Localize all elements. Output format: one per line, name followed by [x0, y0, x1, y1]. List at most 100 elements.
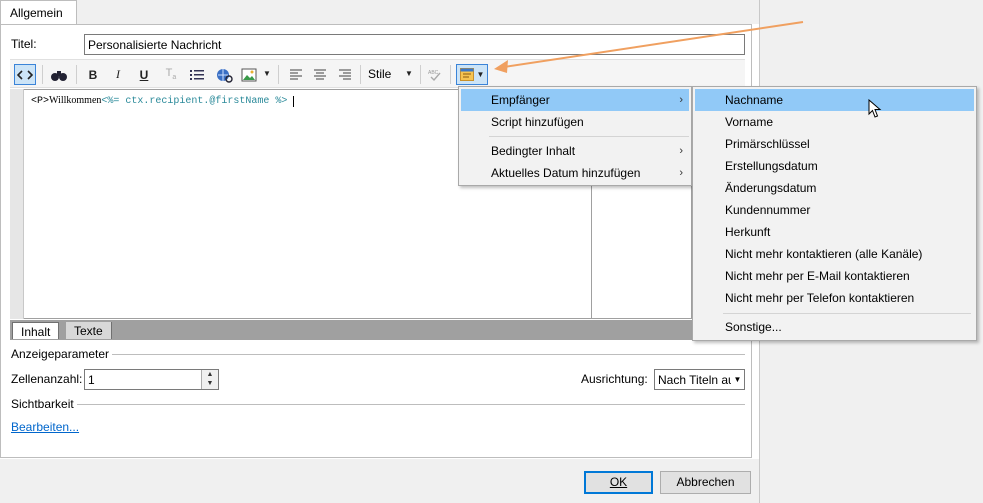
personalization-button[interactable]: ▼ — [456, 64, 488, 85]
tab-texts[interactable]: Texte — [66, 322, 112, 339]
spellcheck-icon: ABC — [428, 70, 441, 81]
insert-menu: Empfänger › Script hinzufügen Bedingter I… — [458, 86, 692, 186]
align-center-icon — [314, 68, 326, 80]
submenu-item-label: Kundennummer — [725, 203, 811, 217]
menu-item-add-script-label: Script hinzufügen — [491, 115, 584, 129]
chevron-right-icon: › — [679, 94, 683, 106]
spellcheck-button[interactable]: ABC — [424, 64, 446, 85]
align-right-button[interactable] — [334, 64, 356, 85]
editor-tag: <P> — [31, 96, 50, 107]
align-left-button[interactable] — [285, 64, 307, 85]
link-button[interactable] — [213, 64, 235, 85]
editor-tab-bar — [10, 320, 745, 340]
menu-item-recipient-label: Empfänger — [491, 93, 550, 107]
image-icon — [241, 68, 257, 81]
edit-visibility-link[interactable]: Bearbeiten... — [11, 420, 79, 434]
spin-down-icon[interactable]: ▼ — [202, 379, 218, 388]
underline-icon: U — [139, 67, 149, 82]
submenu-item-label: Nicht mehr kontaktieren (alle Kanäle) — [725, 247, 923, 261]
image-button[interactable] — [238, 64, 260, 85]
cancel-button-label: Abbrechen — [676, 475, 735, 489]
alignment-value: Nach Titeln au — [658, 373, 735, 387]
find-button[interactable] — [48, 64, 70, 85]
menu-item-add-current-date-label: Aktuelles Datum hinzufügen — [491, 166, 641, 180]
submenu-item-last-name[interactable]: Nachname — [695, 89, 974, 111]
text-format-icon: Ta — [165, 67, 177, 82]
bold-icon: B — [88, 67, 98, 82]
editor-code-line[interactable]: <P>Willkommen<%= ctx.recipient.@firstNam… — [31, 95, 301, 107]
submenu-item-label: Änderungsdatum — [725, 181, 817, 195]
personalization-icon — [459, 68, 474, 81]
alignment-label: Ausrichtung: — [581, 372, 648, 386]
text-cursor — [293, 96, 301, 107]
tab-content[interactable]: Inhalt — [12, 322, 60, 339]
recipient-submenu: Nachname Vorname Primärschlüssel Erstell… — [692, 86, 977, 341]
bold-button[interactable]: B — [82, 64, 104, 85]
svg-text:ABC: ABC — [428, 70, 439, 76]
submenu-item-label: Vorname — [725, 115, 774, 129]
italic-button[interactable]: I — [107, 64, 129, 85]
submenu-item-other[interactable]: Sonstige... — [695, 316, 974, 338]
underline-button[interactable]: U — [133, 64, 155, 85]
menu-item-recipient[interactable]: Empfänger › — [461, 89, 689, 111]
personalization-dropdown-arrow-icon: ▼ — [476, 70, 485, 79]
submenu-item-primary-key[interactable]: Primärschlüssel — [695, 133, 974, 155]
display-params-group-label: Anzeigeparameter — [11, 347, 113, 361]
menu-item-add-script[interactable]: Script hinzufügen — [461, 111, 689, 133]
ok-button[interactable]: OK — [584, 471, 653, 494]
bullet-list-icon — [190, 69, 204, 80]
source-toggle-button[interactable] — [14, 64, 36, 85]
list-button[interactable] — [186, 64, 208, 85]
annotation-arrow — [494, 21, 804, 73]
submenu-item-first-name[interactable]: Vorname — [695, 111, 974, 133]
title-label: Titel: — [11, 37, 37, 51]
menu-item-conditional-content[interactable]: Bedingter Inhalt › — [461, 140, 689, 162]
style-dropdown-arrow-icon[interactable]: ▼ — [405, 69, 413, 78]
submenu-item-label: Nicht mehr per Telefon kontaktieren — [725, 291, 915, 305]
submenu-item-origin[interactable]: Herkunft — [695, 221, 974, 243]
tab-general-label: Allgemein — [10, 6, 63, 20]
globe-link-icon — [217, 68, 233, 83]
editor-word: Willkommen — [49, 95, 102, 106]
menu-separator — [489, 136, 689, 137]
chevron-right-icon: › — [679, 145, 683, 157]
clear-format-button[interactable]: Ta — [160, 64, 182, 85]
italic-icon: I — [116, 67, 120, 81]
visibility-divider — [11, 404, 745, 405]
visibility-group-label: Sichtbarkeit — [11, 397, 77, 411]
binoculars-icon — [51, 70, 67, 81]
chevron-right-icon: › — [679, 167, 683, 179]
spin-up-icon[interactable]: ▲ — [202, 370, 218, 379]
submenu-item-no-contact-phone[interactable]: Nicht mehr per Telefon kontaktieren — [695, 287, 974, 309]
align-right-icon — [339, 68, 351, 80]
menu-item-conditional-content-label: Bedingter Inhalt — [491, 144, 576, 158]
cell-count-label: Zellenanzahl: — [11, 372, 83, 386]
submenu-item-customer-number[interactable]: Kundennummer — [695, 199, 974, 221]
submenu-item-label: Herkunft — [725, 225, 771, 239]
code-icon — [17, 69, 33, 80]
tab-general[interactable]: Allgemein — [0, 0, 77, 25]
tab-content-label: Inhalt — [21, 325, 51, 339]
cell-count-stepper[interactable]: ▲ ▼ — [201, 370, 218, 389]
submenu-item-no-contact-email[interactable]: Nicht mehr per E-Mail kontaktieren — [695, 265, 974, 287]
submenu-item-no-contact-all[interactable]: Nicht mehr kontaktieren (alle Kanäle) — [695, 243, 974, 265]
style-dropdown-label[interactable]: Stile — [368, 67, 391, 81]
align-center-button[interactable] — [309, 64, 331, 85]
ok-button-label: OK — [609, 475, 628, 489]
cancel-button[interactable]: Abbrechen — [660, 471, 751, 494]
mouse-cursor-icon — [868, 99, 882, 118]
submenu-item-label: Nicht mehr per E-Mail kontaktieren — [725, 269, 910, 283]
tab-texts-label: Texte — [74, 324, 103, 338]
submenu-separator — [723, 313, 971, 314]
submenu-item-label: Primärschlüssel — [725, 137, 810, 151]
submenu-item-modification-date[interactable]: Änderungsdatum — [695, 177, 974, 199]
submenu-item-label: Erstellungsdatum — [725, 159, 818, 173]
cell-count-input[interactable] — [84, 369, 219, 390]
editor-expression: <%= ctx.recipient.@firstName %> — [101, 96, 288, 107]
submenu-item-creation-date[interactable]: Erstellungsdatum — [695, 155, 974, 177]
menu-item-add-current-date[interactable]: Aktuelles Datum hinzufügen › — [461, 162, 689, 184]
display-params-divider — [11, 354, 745, 355]
image-dropdown-arrow-icon[interactable]: ▼ — [263, 69, 271, 78]
submenu-item-label: Sonstige... — [725, 320, 782, 334]
chevron-down-icon[interactable]: ▼ — [731, 370, 744, 389]
